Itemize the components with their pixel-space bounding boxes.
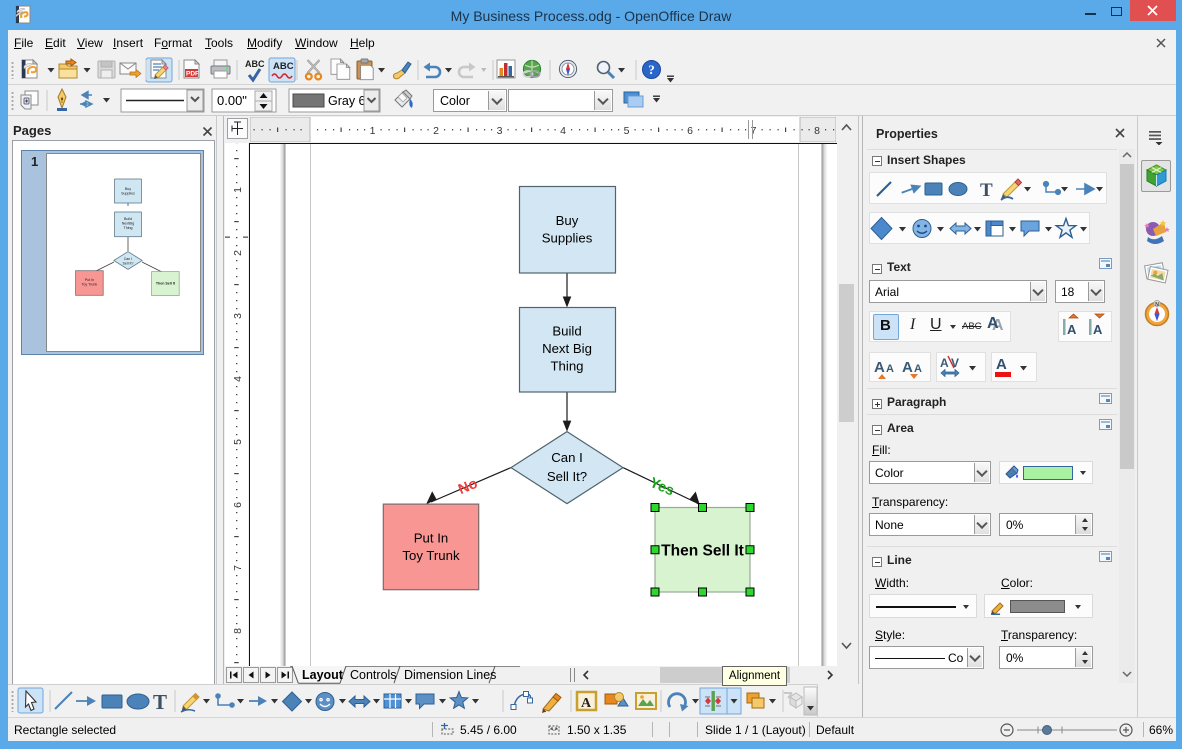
- svg-text:A: A: [874, 359, 885, 376]
- svg-text:2: 2: [433, 125, 439, 137]
- svg-text:6: 6: [687, 125, 693, 137]
- svg-text:4: 4: [560, 125, 566, 137]
- svg-text:A: A: [914, 363, 922, 375]
- svg-text:Next Big: Next Big: [542, 341, 592, 356]
- svg-text:A: A: [1067, 322, 1077, 337]
- svg-text:Yes: Yes: [647, 475, 676, 499]
- svg-text:A: A: [1093, 322, 1103, 337]
- svg-text:Controls: Controls: [350, 668, 397, 682]
- svg-text:Toy Trunk: Toy Trunk: [402, 548, 460, 563]
- svg-text:Layout: Layout: [302, 668, 344, 682]
- svg-text:Dimension Lines: Dimension Lines: [404, 668, 496, 682]
- svg-text:ABC: ABC: [273, 61, 294, 72]
- svg-text:Put In: Put In: [85, 278, 94, 282]
- svg-text:Build: Build: [552, 324, 581, 339]
- svg-text:PDF: PDF: [186, 71, 199, 78]
- svg-text:6: 6: [232, 502, 244, 508]
- svg-text:7: 7: [751, 125, 757, 137]
- svg-text:T: T: [153, 690, 167, 714]
- svg-text:0.00": 0.00": [217, 93, 247, 108]
- svg-text:Build: Build: [124, 217, 132, 221]
- svg-text:Buy: Buy: [125, 187, 131, 191]
- svg-text:4: 4: [232, 376, 244, 382]
- svg-text:3: 3: [497, 125, 503, 137]
- svg-text:A: A: [581, 696, 592, 711]
- svg-text:7: 7: [232, 565, 244, 571]
- svg-text:1: 1: [370, 125, 376, 137]
- svg-text:?: ?: [648, 62, 655, 77]
- svg-text:Toy Trunk: Toy Trunk: [82, 283, 98, 287]
- svg-text:Then Sell It: Then Sell It: [661, 543, 744, 560]
- svg-text:ABC: ABC: [245, 59, 265, 69]
- svg-text:Supplies: Supplies: [121, 192, 135, 196]
- svg-text:A: A: [940, 356, 949, 370]
- svg-text:A: A: [996, 356, 1007, 373]
- svg-text:8: 8: [814, 125, 820, 137]
- svg-text:Can I: Can I: [551, 450, 583, 465]
- svg-text:Put In: Put In: [414, 531, 448, 546]
- svg-text:Supplies: Supplies: [542, 231, 593, 246]
- svg-text:Then Sell It: Then Sell It: [156, 282, 176, 286]
- svg-text:2: 2: [232, 250, 244, 256]
- svg-text:A: A: [886, 363, 894, 375]
- svg-text:Sell It?: Sell It?: [547, 469, 587, 484]
- svg-text:Buy: Buy: [556, 213, 579, 228]
- svg-text:T: T: [980, 180, 993, 201]
- svg-text:N: N: [1155, 302, 1159, 308]
- svg-text:5: 5: [624, 125, 630, 137]
- svg-text:Can I: Can I: [124, 257, 133, 261]
- svg-text:Thing: Thing: [124, 226, 133, 230]
- svg-text:1: 1: [232, 187, 244, 193]
- svg-text:Sell It?: Sell It?: [123, 262, 134, 266]
- svg-text:Gray 6: Gray 6: [328, 94, 366, 108]
- svg-text:A: A: [902, 359, 913, 376]
- svg-text:NextBig: NextBig: [122, 222, 135, 226]
- svg-text:Thing: Thing: [551, 359, 584, 374]
- svg-text:No: No: [456, 476, 480, 498]
- svg-text:8: 8: [232, 628, 244, 634]
- svg-text:5: 5: [232, 439, 244, 445]
- svg-text:3: 3: [232, 313, 244, 319]
